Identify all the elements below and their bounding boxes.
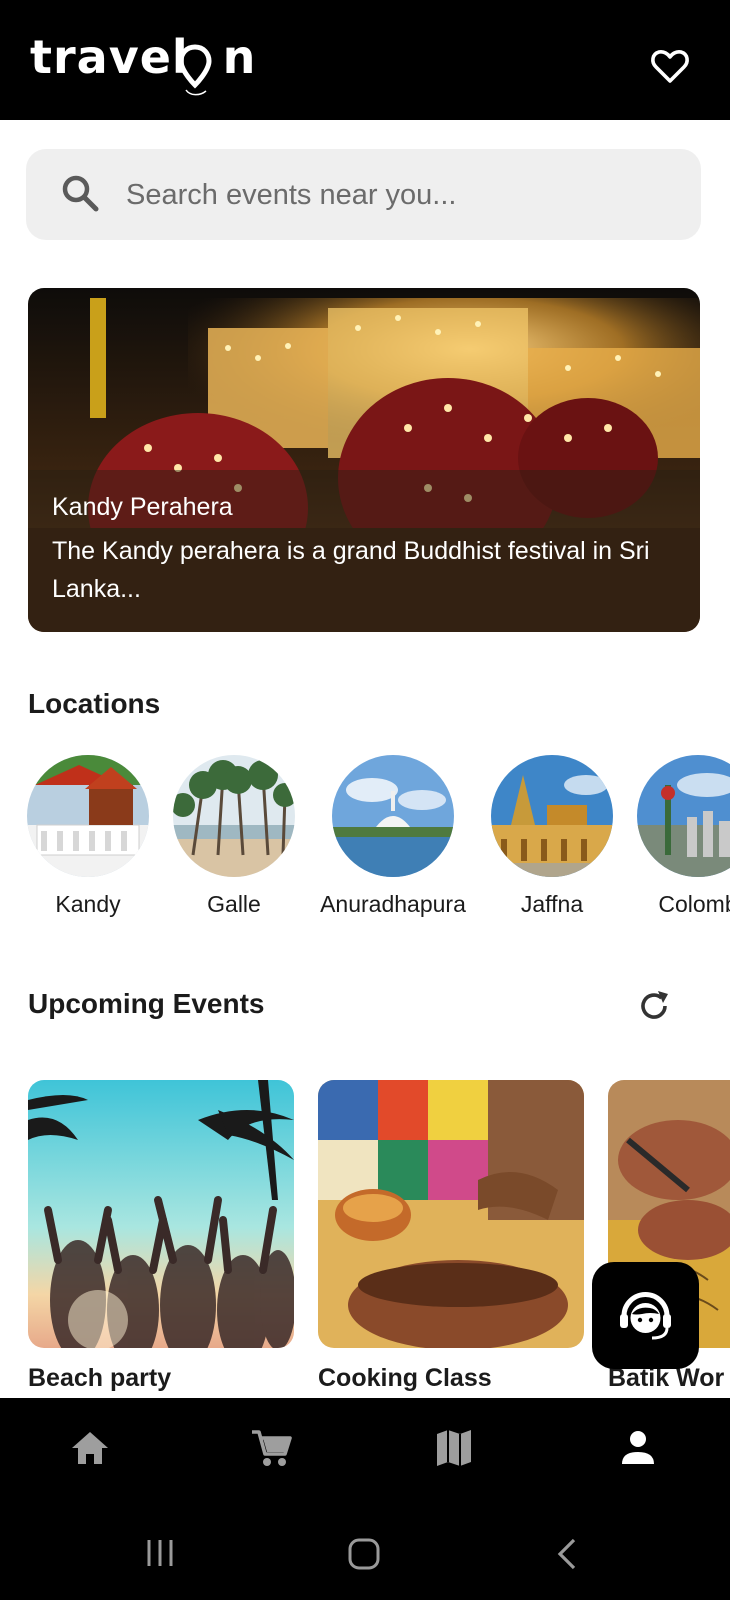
location-name: Jaffna	[520, 891, 584, 917]
banner-title: Kandy Perahera	[52, 493, 233, 521]
location-item-jaffna[interactable]: Jaffna	[472, 755, 632, 918]
location-name: Kandy	[55, 891, 121, 917]
search-icon	[62, 175, 99, 212]
bottom-navigation	[0, 1398, 730, 1600]
nav-cart[interactable]	[249, 1426, 293, 1470]
logo-text: travel	[30, 30, 189, 84]
system-back-button[interactable]	[556, 1538, 580, 1575]
favorites-button[interactable]	[646, 44, 694, 88]
back-icon	[557, 1538, 576, 1570]
search-input[interactable]	[124, 171, 668, 219]
event-image	[318, 1080, 584, 1348]
app-logo: travel n	[30, 30, 256, 84]
upcoming-events-heading: Upcoming Events	[28, 988, 265, 1019]
location-thumbnail	[173, 755, 295, 877]
location-name: Galle	[207, 891, 261, 917]
location-name: Anuradhapura	[320, 891, 466, 917]
location-thumbnail	[27, 755, 149, 877]
support-chat-button[interactable]	[592, 1262, 699, 1369]
locations-heading: Locations	[28, 688, 161, 719]
map-icon	[437, 1430, 471, 1466]
app-header: travel n	[0, 0, 730, 120]
logo-tail: n	[222, 30, 257, 84]
location-name: Colomb	[658, 891, 730, 917]
featured-event-banner[interactable]: Kandy Perahera The Kandy perahera is a g…	[28, 288, 700, 632]
cart-icon	[252, 1430, 292, 1466]
event-image	[28, 1080, 294, 1348]
event-name: Cooking Class	[318, 1364, 492, 1392]
event-name: Beach party	[28, 1364, 172, 1392]
support-agent-icon	[620, 1292, 671, 1340]
location-item-galle[interactable]: Galle	[154, 755, 314, 918]
location-thumbnail	[637, 755, 730, 877]
home-icon	[72, 1432, 108, 1464]
refresh-icon	[641, 991, 668, 1019]
location-item-colombo[interactable]: Colomb	[618, 755, 730, 918]
banner-description: The Kandy perahera is a grand Buddhist f…	[52, 537, 650, 603]
recents-icon	[147, 1540, 173, 1566]
refresh-button[interactable]	[636, 988, 672, 1024]
person-icon	[622, 1431, 654, 1464]
location-thumbnail	[332, 755, 454, 877]
nav-home[interactable]	[68, 1426, 112, 1470]
location-item-anuradhapura[interactable]: Anuradhapura	[313, 755, 473, 918]
nav-profile[interactable]	[616, 1426, 660, 1470]
home-circle-icon	[348, 1538, 380, 1570]
event-card-beach-party[interactable]: Beach party	[28, 1080, 294, 1393]
location-thumbnail	[491, 755, 613, 877]
location-pin-icon	[178, 44, 212, 96]
search-bar[interactable]	[26, 149, 701, 240]
location-item-kandy[interactable]: Kandy	[8, 755, 168, 918]
nav-map[interactable]	[432, 1426, 476, 1470]
system-home-button[interactable]	[348, 1538, 380, 1575]
event-card-cooking-class[interactable]: Cooking Class	[318, 1080, 584, 1393]
system-recents-button[interactable]	[144, 1538, 176, 1573]
heart-outline-icon	[651, 50, 689, 83]
